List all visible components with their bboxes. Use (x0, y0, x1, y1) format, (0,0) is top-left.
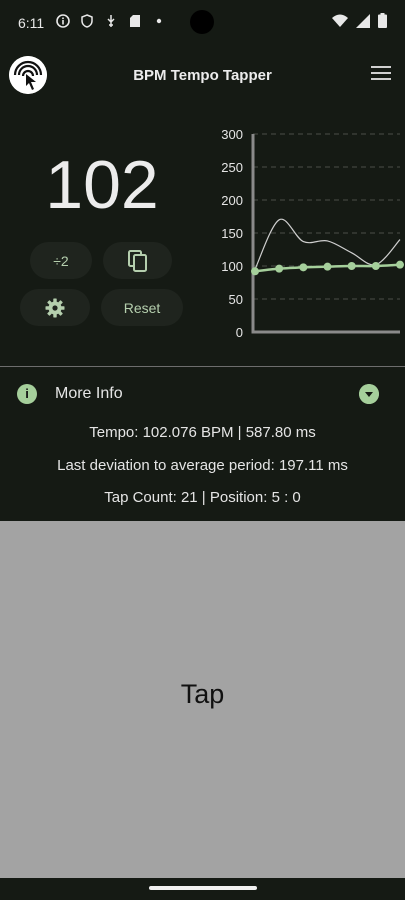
tap-count-info-line: Tap Count: 21 | Position: 5 : 0 (104, 489, 301, 506)
status-bar: 6:11 (0, 0, 405, 46)
tap-area[interactable]: Tap (0, 521, 405, 878)
bpm-display: 102 (45, 147, 159, 223)
home-gesture-pill[interactable] (149, 886, 257, 890)
info-circle-icon (56, 14, 70, 28)
hamburger-menu-icon[interactable] (371, 66, 391, 82)
more-info-title: More Info (55, 385, 123, 402)
sd-card-icon (130, 15, 140, 27)
raw-tempo-series-line (254, 218, 401, 270)
settings-button[interactable] (20, 289, 90, 326)
tempo-info-line: Tempo: 102.076 BPM | 587.80 ms (89, 424, 316, 441)
battery-icon (378, 13, 387, 28)
average-tempo-point (371, 262, 380, 270)
halve-tempo-label: ÷2 (53, 252, 69, 269)
average-tempo-point (299, 263, 308, 272)
tempo-chart: 300 250 200 150 100 50 0 (221, 127, 404, 340)
app-title: BPM Tempo Tapper (133, 67, 272, 84)
status-notification-icons (56, 14, 166, 28)
info-icon: i (17, 384, 37, 404)
chevron-down-circle-icon[interactable] (359, 384, 379, 404)
shield-icon (81, 14, 93, 28)
y-tick-label: 0 (236, 325, 243, 340)
tap-label: Tap (180, 679, 225, 709)
average-tempo-point (347, 262, 356, 270)
y-tick-label: 100 (221, 259, 243, 274)
copy-button[interactable] (103, 242, 172, 279)
status-time: 6:11 (18, 15, 45, 31)
gear-icon (45, 298, 65, 317)
y-tick-label: 200 (221, 193, 243, 208)
average-tempo-point (251, 267, 259, 276)
reset-label: Reset (123, 299, 161, 316)
y-tick-label: 300 (221, 127, 243, 142)
halve-tempo-button[interactable]: ÷2 (30, 242, 92, 279)
status-system-icons (332, 13, 387, 28)
average-tempo-point (323, 262, 332, 271)
copy-icon (127, 249, 147, 272)
signal-icon (356, 13, 370, 28)
section-divider (0, 366, 405, 367)
dot-icon (156, 18, 162, 24)
more-info-header[interactable]: i More Info (0, 378, 405, 410)
reset-button[interactable]: Reset (101, 289, 183, 326)
navigation-bar (0, 878, 405, 900)
average-tempo-point (275, 264, 284, 273)
camera-cutout (190, 10, 214, 34)
y-tick-label: 250 (221, 160, 243, 175)
y-tick-label: 50 (229, 292, 243, 307)
y-tick-label: 150 (221, 226, 243, 241)
wifi-icon (332, 14, 348, 27)
app-bar: BPM Tempo Tapper (0, 50, 405, 106)
deviation-info-line: Last deviation to average period: 197.11… (57, 457, 348, 474)
average-tempo-point (396, 260, 404, 269)
usb-icon (107, 15, 115, 27)
